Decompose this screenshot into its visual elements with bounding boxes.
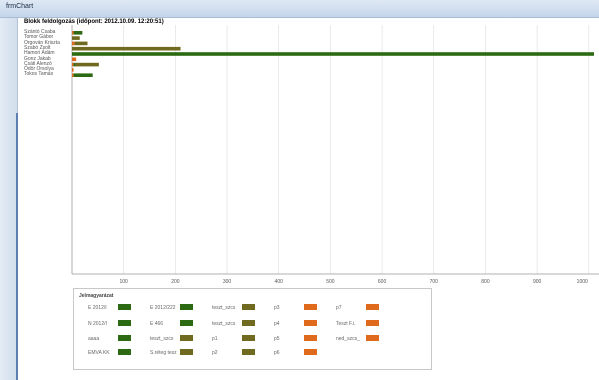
x-tick-label: 500 xyxy=(326,279,335,285)
legend-swatch xyxy=(180,320,193,326)
legend-label: E 466 xyxy=(150,321,164,327)
legend-swatch xyxy=(366,320,379,326)
x-tick-label: 400 xyxy=(275,279,284,285)
bar-segment xyxy=(73,62,76,67)
bar-segment xyxy=(74,41,88,46)
legend-swatch xyxy=(242,349,255,355)
bar-chart: 100 200 300 400 500 600 700 800 900 1000 xyxy=(71,25,599,285)
x-tick-label: 900 xyxy=(533,279,542,285)
legend-label: E 2012/222 xyxy=(150,305,176,311)
bar-segment xyxy=(75,62,99,67)
x-tick-label: 100 xyxy=(120,279,129,285)
legend-label: p2 xyxy=(212,350,218,356)
legend-label: p4 xyxy=(274,321,280,327)
legend-swatch xyxy=(180,335,193,341)
legend-swatch xyxy=(242,304,255,310)
legend-swatch xyxy=(118,349,131,355)
bar-segment xyxy=(72,68,74,72)
bar-segment xyxy=(72,31,74,35)
legend-label: S.réteg tesz xyxy=(150,350,177,356)
legend-swatch xyxy=(366,335,379,341)
legend-label: teszt_szcs xyxy=(212,305,236,311)
legend-swatch xyxy=(118,320,131,326)
legend-title: Jelmagyarázat xyxy=(79,293,114,299)
legend-label: p7 xyxy=(336,305,342,311)
legend-box: Jelmagyarázat E 2012/I N 2012/I aaaa EMVA K… xyxy=(73,288,432,370)
bar-segment xyxy=(72,57,77,62)
legend-swatch xyxy=(304,320,317,326)
legend-label: aaaa xyxy=(88,336,100,342)
legend-label: ned_szcs_ xyxy=(336,336,360,342)
bar-segment xyxy=(72,52,594,56)
legend-swatch xyxy=(242,320,255,326)
x-tick-label: 700 xyxy=(430,279,439,285)
x-tick-label: 1000 xyxy=(577,279,588,285)
x-tick-label: 300 xyxy=(223,279,232,285)
legend-label: EMVA KK xyxy=(88,350,110,356)
legend-label: p1 xyxy=(212,336,218,342)
x-tick-label: 800 xyxy=(481,279,490,285)
legend-swatch xyxy=(304,335,317,341)
bar-segment xyxy=(73,73,93,77)
legend-swatch xyxy=(304,349,317,355)
legend-label: p5 xyxy=(274,336,280,342)
x-tick-label: 200 xyxy=(171,279,180,285)
x-tick-label: 600 xyxy=(378,279,387,285)
legend-label: teszt_szcs xyxy=(212,321,236,327)
legend-label: p6 xyxy=(274,350,280,356)
bar-segment xyxy=(72,36,80,40)
legend-swatch xyxy=(118,304,131,310)
legend-swatch xyxy=(242,335,255,341)
bar-segment xyxy=(72,41,75,46)
legend-swatch xyxy=(180,304,193,310)
legend-label: teszt_szcs xyxy=(150,336,174,342)
legend-label: Teszt F.i. xyxy=(336,321,356,327)
legend-label: E 2012/I xyxy=(88,305,107,311)
legend-label: p3 xyxy=(274,305,280,311)
legend-label: N 2012/I xyxy=(88,321,107,327)
legend-swatch xyxy=(366,304,379,310)
bar-segment xyxy=(72,73,74,77)
legend-swatch xyxy=(180,349,193,355)
legend-swatch xyxy=(118,335,131,341)
bar-segment xyxy=(73,31,83,35)
bar-segment xyxy=(72,46,181,51)
legend-swatch xyxy=(304,304,317,310)
bar-segment xyxy=(72,62,74,67)
